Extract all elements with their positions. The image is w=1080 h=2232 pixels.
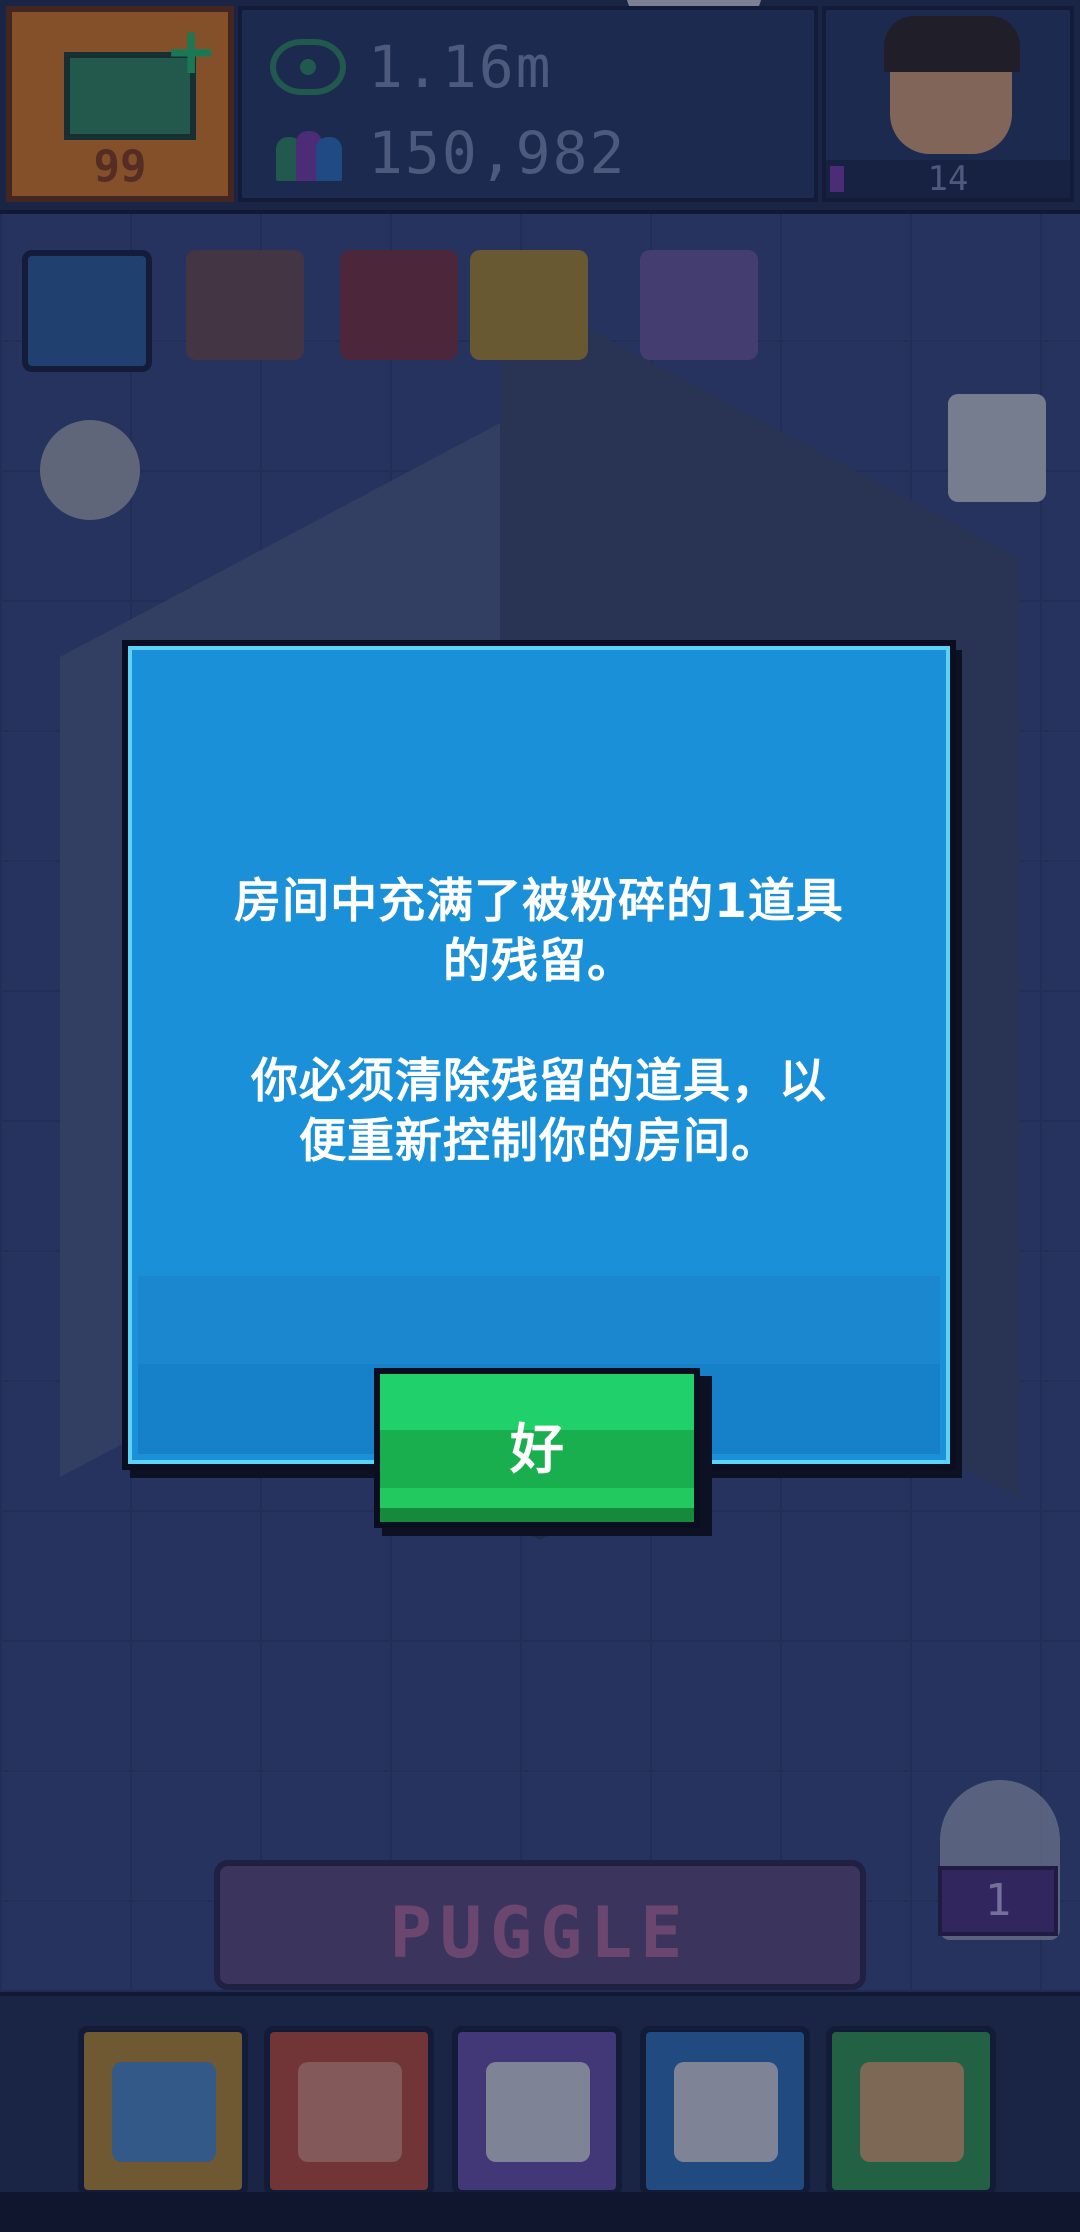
- info-dialog: 房间中充满了被粉碎的1道具 的残留。 你必须清除残留的道具，以 便重新控制你的房…: [122, 640, 956, 1470]
- ok-button[interactable]: 好: [374, 1368, 700, 1528]
- game-screen: + 99 1.16m 150,982 14 PUGGLE 1 房间中充满了被粉碎…: [0, 0, 1080, 2232]
- dialog-message: 房间中充满了被粉碎的1道具 的残留。 你必须清除残留的道具，以 便重新控制你的房…: [234, 874, 844, 1169]
- ok-button-label: 好: [510, 1418, 564, 1481]
